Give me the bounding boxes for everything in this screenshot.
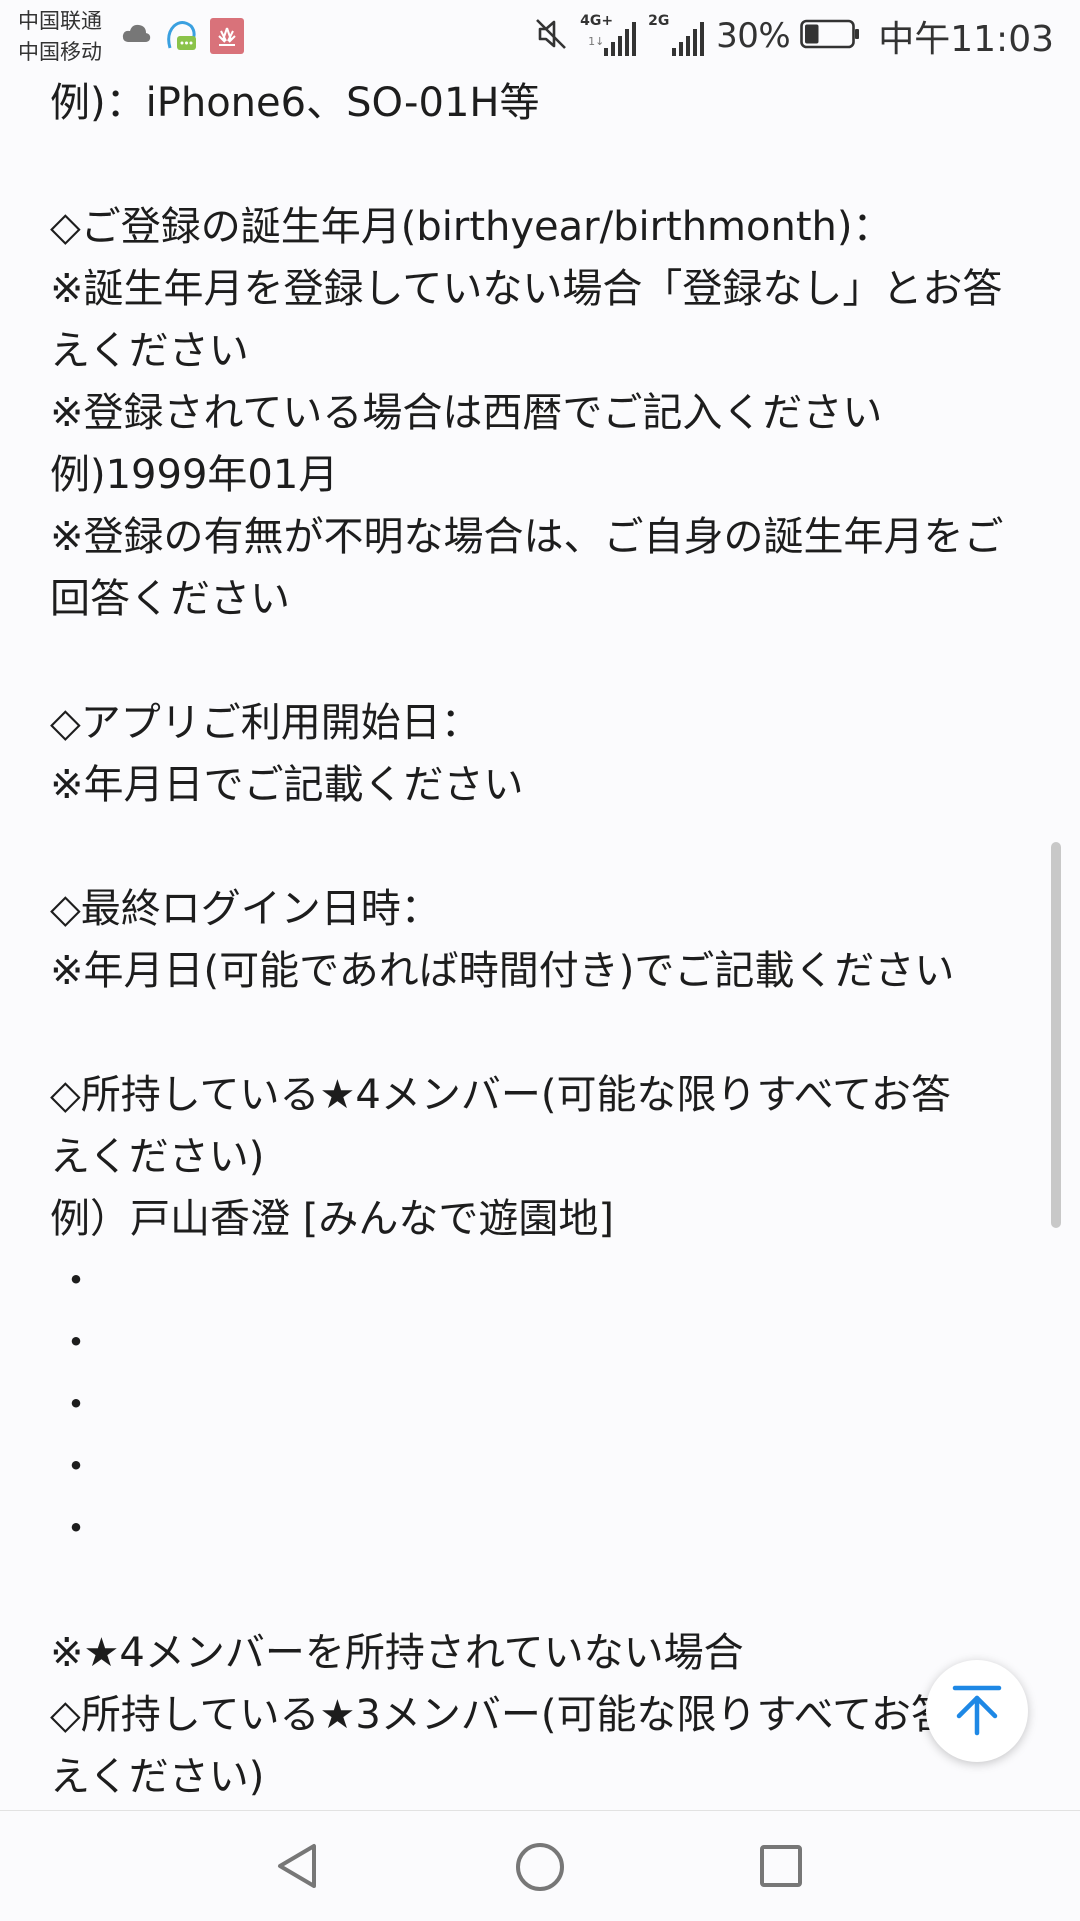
signal-icon: 4G+ 1↓	[580, 14, 638, 58]
text-line: ※登録の有無が不明な場合は、ご自身の誕生年月をご	[50, 514, 1004, 560]
bullet-placeholder: ・	[56, 1258, 96, 1304]
text-line: ◇アプリご利用開始日：	[50, 700, 481, 746]
mute-icon	[534, 16, 570, 56]
carrier-names: 中国联通 中国移动	[18, 6, 102, 68]
text-line: ◇所持している★4メンバー(可能な限りすべてお答	[50, 1072, 951, 1118]
carrier-1: 中国联通	[18, 9, 102, 33]
message-body[interactable]: 例)：iPhone6、SO-01H等 ◇ご登録の誕生年月(birthyear/bi…	[50, 72, 1030, 1808]
text-line: ◇所持している★3メンバー(可能な限りすべてお答	[50, 1692, 951, 1738]
scrollbar-thumb[interactable]	[1051, 842, 1061, 1228]
signal-icon-2: 2G	[648, 14, 706, 58]
text-line: 例)：iPhone6、SO-01H等	[50, 80, 540, 126]
huawei-app-icon	[210, 18, 244, 58]
clock: 中午11:03	[878, 19, 1054, 60]
arrow-up-to-top-icon	[949, 1681, 1005, 1741]
bullet-placeholder: ・	[56, 1506, 96, 1552]
recent-apps-icon[interactable]	[756, 1841, 806, 1895]
text-line: えください)	[50, 1754, 265, 1800]
bullet-placeholder: ・	[56, 1444, 96, 1490]
text-line: ◇最終ログイン日時：	[50, 886, 441, 932]
text-line: ※年月日でご記載ください	[50, 762, 524, 808]
text-line: ※★4メンバーを所持されていない場合	[50, 1630, 744, 1676]
text-line: ※年月日(可能であれば時間付き)でご記載ください	[50, 948, 955, 994]
status-bar: 中国联通 中国移动 4G+ 1↓ 2G 30% 中午11:03	[0, 0, 1080, 72]
navigation-bar	[0, 1810, 1080, 1921]
network-type-2: 2G	[648, 13, 670, 29]
bullet-placeholder: ・	[56, 1382, 96, 1428]
message-icon	[164, 18, 198, 58]
cloud-icon	[121, 22, 151, 48]
bullet-placeholder: ・	[56, 1320, 96, 1366]
text-line: ◇ご登録の誕生年月(birthyear/birthmonth)：	[50, 204, 893, 250]
text-line: 例)1999年01月	[50, 452, 339, 498]
text-line: 回答ください	[50, 576, 290, 622]
text-line: ※登録されている場合は西暦でご記入ください	[50, 390, 883, 436]
text-line: 例）戸山香澄 [みんなで遊園地]	[50, 1196, 614, 1242]
scroll-to-top-button[interactable]	[926, 1660, 1028, 1762]
status-indicators: 4G+ 1↓ 2G 30% 中午11:03	[534, 10, 1054, 62]
home-icon[interactable]	[514, 1841, 566, 1897]
text-line: ※誕生年月を登録していない場合「登録なし」とお答	[50, 266, 1003, 312]
network-activity-1: 1↓	[588, 35, 605, 48]
battery-icon	[800, 19, 860, 53]
text-line: えください)	[50, 1134, 265, 1180]
text-line: えください	[50, 328, 249, 374]
battery-percent: 30%	[716, 16, 791, 56]
carrier-2: 中国移动	[18, 40, 102, 64]
back-icon[interactable]	[272, 1841, 322, 1895]
